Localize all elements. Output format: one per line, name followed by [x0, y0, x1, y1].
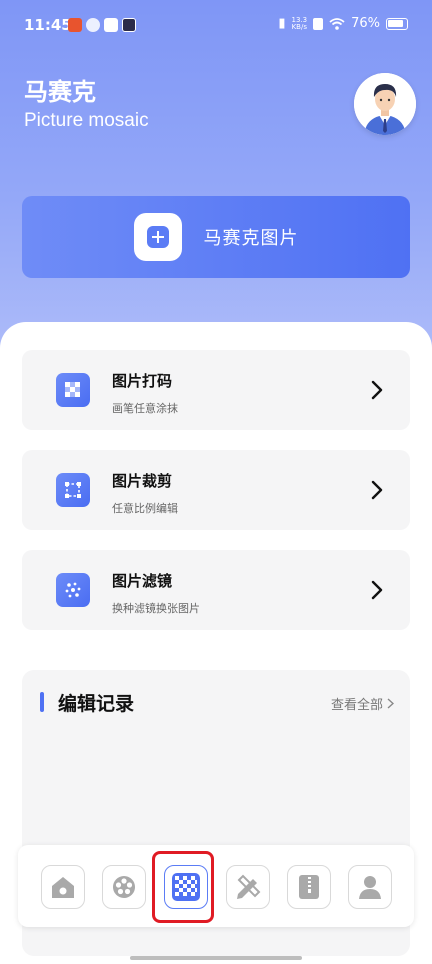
- page-subtitle: Picture mosaic: [24, 110, 149, 131]
- profile-icon: [359, 876, 381, 899]
- film-reel-icon: [113, 876, 135, 898]
- crop-icon: [56, 473, 90, 507]
- status-time: 11:45: [24, 16, 72, 34]
- mosaic-picture-label: 马赛克图片: [203, 228, 299, 249]
- filter-icon: [56, 573, 90, 607]
- wifi-icon: [329, 17, 345, 30]
- nav-home-button[interactable]: [41, 865, 85, 909]
- zip-file-icon: [299, 875, 319, 899]
- nav-video-button[interactable]: [102, 865, 146, 909]
- notification-app-icon: [68, 18, 82, 32]
- nav-profile-button[interactable]: [348, 865, 392, 909]
- home-icon: [52, 877, 74, 898]
- view-all-label: 查看全部: [330, 698, 383, 713]
- tool-subtitle: 换种滤镜换张图片: [112, 602, 200, 615]
- sim-icon: [313, 17, 324, 30]
- battery-percent: 76%: [351, 16, 380, 31]
- notification-app-icon: [122, 18, 136, 32]
- notification-app-icon: [86, 18, 100, 32]
- net-speed-unit: KB/s: [291, 22, 307, 31]
- hero-background: [0, 0, 432, 360]
- nav-archive-button[interactable]: [287, 865, 331, 909]
- tool-subtitle: 画笔任意涂抹: [112, 402, 178, 415]
- notification-mail-icon: [104, 18, 118, 32]
- edit-records-title: 编辑记录: [58, 693, 135, 715]
- mosaic-grid-icon: [56, 373, 90, 407]
- selection-highlight: [152, 851, 214, 923]
- pencil-ruler-icon: [237, 874, 261, 899]
- net-speed: 13.3 KB/s: [291, 16, 308, 31]
- home-indicator: [130, 956, 302, 960]
- chevron-right-icon: [371, 480, 383, 500]
- section-accent-bar: [40, 692, 44, 712]
- avatar[interactable]: [354, 73, 416, 135]
- tool-card-crop[interactable]: 图片裁剪 任意比例编辑: [22, 450, 410, 530]
- avatar-portrait-icon: [354, 73, 416, 135]
- tool-card-filter[interactable]: 图片滤镜 换种滤镜换张图片: [22, 550, 410, 630]
- battery-icon: [386, 17, 408, 30]
- add-image-icon: [133, 213, 182, 261]
- tool-title: 图片裁剪: [112, 472, 173, 490]
- tool-subtitle: 任意比例编辑: [112, 502, 178, 515]
- vibrate-icon: ▮: [278, 16, 286, 31]
- view-all-link[interactable]: 查看全部: [331, 694, 394, 713]
- mosaic-picture-button[interactable]: 马赛克图片: [22, 196, 410, 278]
- tool-card-mosaic[interactable]: 图片打码 画笔任意涂抹: [22, 350, 410, 430]
- bottom-nav: [18, 845, 414, 927]
- chevron-right-icon: [387, 698, 394, 709]
- status-bar: 11:45 ▮ 13.3 KB/s 76%: [0, 0, 432, 52]
- tool-title: 图片滤镜: [112, 572, 173, 590]
- chevron-right-icon: [371, 380, 383, 400]
- status-right: ▮ 13.3 KB/s 76%: [278, 16, 408, 31]
- chevron-right-icon: [371, 580, 383, 600]
- tool-title: 图片打码: [112, 372, 173, 390]
- nav-edit-button[interactable]: [226, 865, 270, 909]
- page-title: 马赛克: [24, 78, 96, 106]
